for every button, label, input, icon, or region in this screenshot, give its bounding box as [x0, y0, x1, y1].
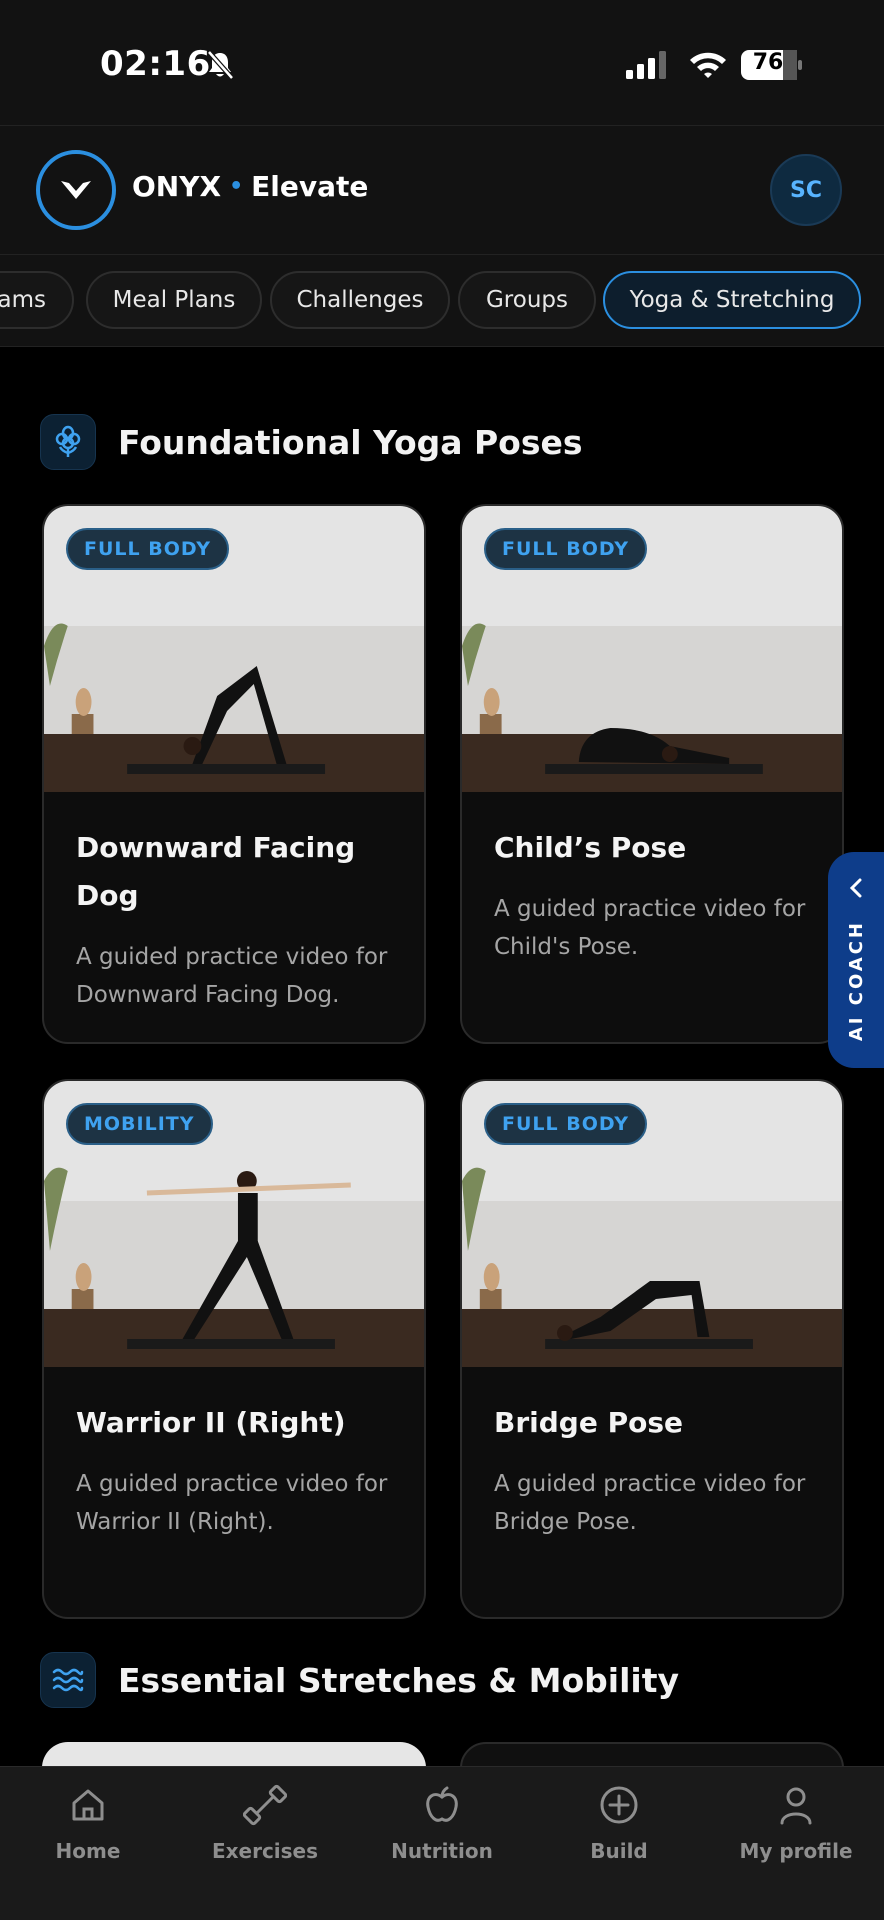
pose-card-downward-dog[interactable]: FULL BODY Downward Facing Dog A guided p…	[42, 504, 426, 1044]
home-icon	[72, 1789, 104, 1821]
category-badge: MOBILITY	[66, 1103, 213, 1145]
battery-indicator: 76	[740, 48, 804, 82]
tab-groups[interactable]: Groups	[458, 271, 596, 329]
nav-label: My profile	[739, 1839, 853, 1863]
card-description: A guided practice video for Downward Fac…	[76, 944, 388, 1008]
card-title: Warrior II (Right)	[76, 1406, 346, 1439]
brand-app-name: Elevate	[251, 170, 369, 203]
ai-coach-label: AI COACH	[845, 920, 867, 1042]
nav-nutrition[interactable]: Nutrition	[354, 1783, 530, 1863]
nav-label: Home	[55, 1839, 121, 1863]
nav-exercises[interactable]: Exercises	[177, 1783, 353, 1863]
battery-level: 76	[752, 50, 784, 75]
ai-coach-tab[interactable]: AI COACH	[828, 852, 884, 1068]
app-logo[interactable]	[36, 150, 116, 230]
tab-yoga-stretching[interactable]: Yoga & Stretching	[603, 271, 861, 329]
flower-icon	[40, 414, 96, 470]
pose-card-warrior-ii[interactable]: MOBILITY Warrior II (Right) A guided pra…	[42, 1079, 426, 1619]
cellular-signal-icon	[626, 51, 666, 79]
wifi-icon	[690, 52, 726, 78]
card-description: A guided practice video for Bridge Pose.	[494, 1471, 806, 1535]
status-time: 02:16	[100, 44, 211, 84]
pose-card-childs-pose[interactable]: FULL BODY Child’s Pose A guided practice…	[460, 504, 844, 1044]
card-description: A guided practice video for Warrior II (…	[76, 1471, 388, 1535]
card-title: Downward Facing Dog	[76, 831, 356, 912]
brand-title: ONYX • Elevate	[132, 170, 368, 203]
chevron-left-icon	[849, 878, 862, 898]
category-tabs: rams Meal Plans Challenges Groups Yoga &…	[0, 255, 884, 347]
nav-build[interactable]: Build	[531, 1783, 707, 1863]
app-header: ONYX • Elevate SC	[0, 125, 884, 255]
card-title: Child’s Pose	[494, 831, 687, 864]
tab-programs[interactable]: rams	[0, 271, 74, 329]
tab-meal-plans[interactable]: Meal Plans	[86, 271, 262, 329]
brand-name: ONYX	[132, 170, 222, 203]
status-bar: 02:16 76	[0, 0, 884, 125]
category-badge: FULL BODY	[66, 528, 230, 570]
bottom-navigation: Home Exercises Nutrition Build My profil…	[0, 1766, 884, 1920]
category-badge: FULL BODY	[484, 1103, 648, 1145]
nav-label: Build	[590, 1839, 648, 1863]
brand-separator: •	[229, 174, 244, 199]
section-title-stretches: Essential Stretches & Mobility	[118, 1660, 680, 1700]
nav-home[interactable]: Home	[0, 1783, 176, 1863]
category-badge: FULL BODY	[484, 528, 648, 570]
user-avatar[interactable]: SC	[770, 154, 842, 226]
waves-icon	[40, 1652, 96, 1708]
plus-circle-icon	[600, 1786, 638, 1824]
dumbbell-icon	[243, 1784, 287, 1826]
section-title-yoga: Foundational Yoga Poses	[118, 422, 583, 462]
tab-challenges[interactable]: Challenges	[270, 271, 450, 329]
nav-label: Exercises	[211, 1839, 319, 1863]
bell-off-icon	[207, 50, 234, 80]
nav-label: Nutrition	[391, 1839, 493, 1863]
user-icon	[780, 1787, 812, 1825]
card-title: Bridge Pose	[494, 1406, 683, 1439]
apple-icon	[426, 1786, 458, 1822]
pose-card-bridge[interactable]: FULL BODY Bridge Pose A guided practice …	[460, 1079, 844, 1619]
section-header-yoga: Foundational Yoga Poses	[40, 414, 583, 470]
card-description: A guided practice video for Child's Pose…	[494, 896, 806, 960]
nav-my-profile[interactable]: My profile	[708, 1783, 884, 1863]
section-header-stretches: Essential Stretches & Mobility	[40, 1652, 679, 1708]
chevron-logo-icon	[61, 181, 91, 199]
